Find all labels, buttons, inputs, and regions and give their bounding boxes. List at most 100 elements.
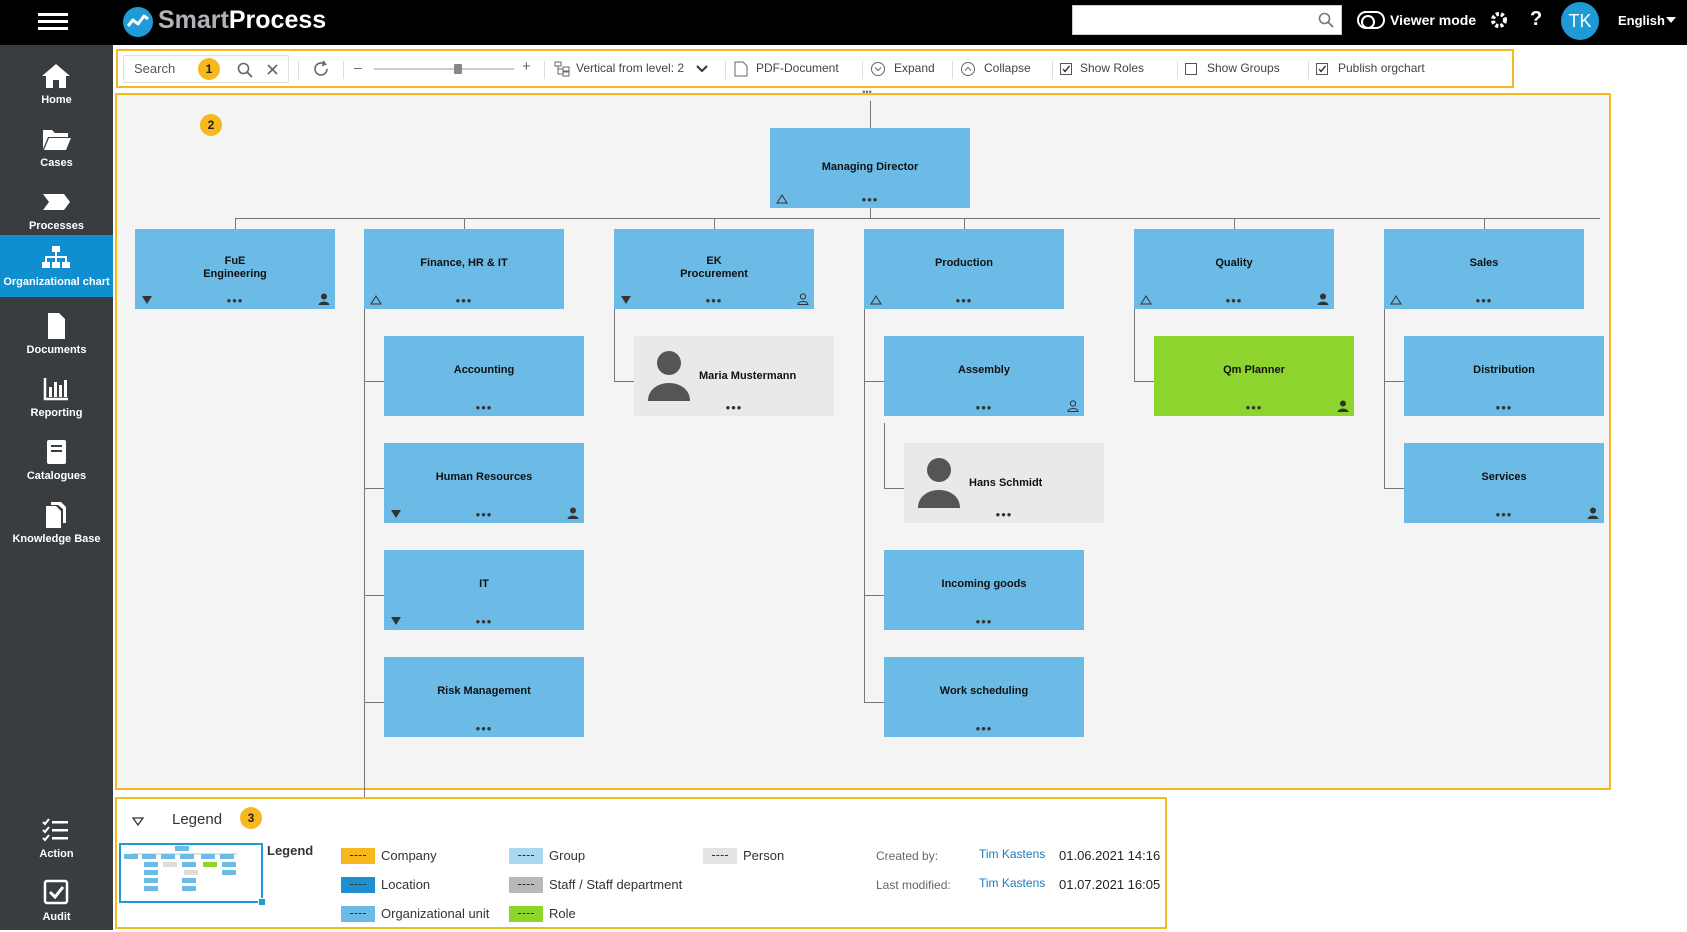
language-select[interactable]: English (1618, 13, 1665, 28)
search-icon[interactable] (237, 62, 253, 78)
sidebar-item-knowledge-base[interactable]: Knowledge Base (0, 492, 113, 554)
legend-label-staff: Staff / Staff department (549, 877, 683, 892)
org-node-person-hans-schmidt[interactable]: Hans Schmidt ••• (904, 443, 1104, 523)
global-search-input[interactable] (1072, 5, 1342, 35)
org-node-sales[interactable]: Sales ••• (1384, 229, 1584, 309)
minimap-resize-handle[interactable] (258, 898, 266, 906)
gear-icon[interactable] (1490, 11, 1508, 29)
more-options-icon[interactable]: ••• (634, 401, 834, 414)
menu-icon[interactable] (38, 10, 68, 34)
show-groups-checkbox[interactable]: Show Groups (1185, 55, 1301, 83)
more-options-icon[interactable]: ••• (384, 508, 584, 521)
refresh-icon[interactable] (312, 60, 330, 78)
more-options-icon[interactable]: ••• (884, 401, 1084, 414)
sidebar-item-audit[interactable]: Audit (0, 870, 113, 932)
sidebar-item-action[interactable]: Action (0, 807, 113, 869)
org-node-services[interactable]: Services ••• (1404, 443, 1604, 523)
expand-parent-dots[interactable]: ••• (860, 87, 874, 97)
more-options-icon[interactable]: ••• (864, 294, 1064, 307)
annotation-badge-1: 1 (198, 58, 220, 80)
publish-orgchart-checkbox[interactable]: Publish orgchart (1316, 55, 1442, 83)
legend-panel-title[interactable]: Legend (172, 811, 222, 828)
collapse-button[interactable]: Collapse (960, 55, 1044, 83)
more-options-icon[interactable]: ••• (1404, 508, 1604, 521)
org-node-it[interactable]: IT ••• (384, 550, 584, 630)
close-icon[interactable] (267, 64, 278, 75)
legend-label-location: Location (381, 877, 431, 892)
audit-icon (43, 879, 69, 905)
sidebar-item-label: Audit (42, 911, 71, 923)
sidebar-item-home[interactable]: Home (0, 53, 113, 115)
org-node-work-scheduling[interactable]: Work scheduling ••• (884, 657, 1084, 737)
more-options-icon[interactable]: ••• (770, 193, 970, 206)
orgchart-canvas[interactable]: 2 ••• Managing Director ••• FuE Engineeri… (115, 87, 1611, 799)
more-options-icon[interactable]: ••• (1404, 401, 1604, 414)
layout-tree-icon (554, 61, 570, 77)
org-node-person-maria-mustermann[interactable]: Maria Mustermann ••• (634, 336, 834, 416)
orgchart-minimap[interactable] (119, 843, 266, 906)
sidebar-item-orgchart[interactable]: Organizational chart (0, 235, 113, 297)
org-node-assembly[interactable]: Assembly ••• (884, 336, 1084, 416)
last-modified-label: Last modified: (876, 878, 951, 892)
pdf-document-button[interactable]: PDF-Document (734, 55, 854, 83)
help-icon[interactable]: ? (1530, 8, 1542, 31)
org-node-ek-procurement[interactable]: EK Procurement ••• (614, 229, 814, 309)
sidebar-item-reporting[interactable]: Reporting (0, 366, 113, 428)
modified-by-user-link[interactable]: Tim Kastens (979, 876, 1045, 890)
zoom-out-icon[interactable]: – (354, 59, 362, 75)
more-options-icon[interactable]: ••• (135, 294, 335, 307)
more-options-icon[interactable]: ••• (384, 401, 584, 414)
sidebar-item-cases[interactable]: Cases (0, 116, 113, 178)
sidebar-item-catalogues[interactable]: Catalogues (0, 429, 113, 491)
zoom-slider[interactable]: – + (354, 58, 536, 78)
search-icon[interactable] (1318, 12, 1334, 28)
orgchart-toolbar: Search 1 – + Vertical from level: 2 PDF-… (116, 49, 1514, 88)
more-options-icon[interactable]: ••• (1154, 401, 1354, 414)
org-node-quality[interactable]: Quality ••• (1134, 229, 1334, 309)
viewer-mode-toggle[interactable] (1357, 11, 1385, 29)
show-roles-checkbox[interactable]: Show Roles (1060, 55, 1168, 83)
org-node-accounting[interactable]: Accounting ••• (384, 336, 584, 416)
legend-swatch-role (509, 906, 543, 922)
more-options-icon[interactable]: ••• (904, 508, 1104, 521)
more-options-icon[interactable]: ••• (884, 615, 1084, 628)
more-options-icon[interactable]: ••• (1134, 294, 1334, 307)
sidebar-item-label: Documents (26, 344, 87, 356)
checkbox-empty-icon[interactable] (1185, 63, 1197, 75)
org-node-risk-management[interactable]: Risk Management ••• (384, 657, 584, 737)
collapse-triangle-icon[interactable] (132, 817, 144, 827)
sidebar-item-processes[interactable]: Processes (0, 179, 113, 241)
more-options-icon[interactable]: ••• (884, 722, 1084, 735)
sidebar-item-documents[interactable]: Documents (0, 303, 113, 365)
zoom-in-icon[interactable]: + (522, 58, 531, 75)
org-node-label: Hans Schmidt (969, 477, 1043, 489)
org-node-fue-engineering[interactable]: FuE Engineering ••• (135, 229, 335, 309)
more-options-icon[interactable]: ••• (384, 722, 584, 735)
org-node-managing-director[interactable]: Managing Director ••• (770, 128, 970, 208)
expand-button[interactable]: Expand (870, 55, 946, 83)
org-node-role-qm-planner[interactable]: Qm Planner ••• (1154, 336, 1354, 416)
zoom-slider-thumb[interactable] (454, 64, 462, 74)
org-node-finance-hr-it[interactable]: Finance, HR & IT ••• (364, 229, 564, 309)
avatar[interactable]: TK (1561, 2, 1599, 40)
expand-label: Expand (894, 61, 935, 75)
org-node-distribution[interactable]: Distribution ••• (1404, 336, 1604, 416)
org-node-label: Finance, HR & IT (420, 257, 508, 269)
more-options-icon[interactable]: ••• (1384, 294, 1584, 307)
created-at: 01.06.2021 14:16 (1059, 848, 1161, 863)
checkbox-checked-icon[interactable] (1060, 63, 1072, 75)
sidebar-item-label: Catalogues (26, 470, 87, 482)
person-avatar-icon (918, 458, 960, 508)
chevron-down-icon[interactable] (1666, 17, 1676, 23)
more-options-icon[interactable]: ••• (614, 294, 814, 307)
org-node-production[interactable]: Production ••• (864, 229, 1064, 309)
layout-select[interactable]: Vertical from level: 2 (554, 55, 716, 83)
legend-swatch-person (703, 848, 737, 864)
org-node-label: Accounting (453, 364, 515, 376)
more-options-icon[interactable]: ••• (364, 294, 564, 307)
org-node-incoming-goods[interactable]: Incoming goods ••• (884, 550, 1084, 630)
more-options-icon[interactable]: ••• (384, 615, 584, 628)
org-node-human-resources[interactable]: Human Resources ••• (384, 443, 584, 523)
checkbox-checked-icon[interactable] (1316, 63, 1328, 75)
created-by-user-link[interactable]: Tim Kastens (979, 847, 1045, 861)
